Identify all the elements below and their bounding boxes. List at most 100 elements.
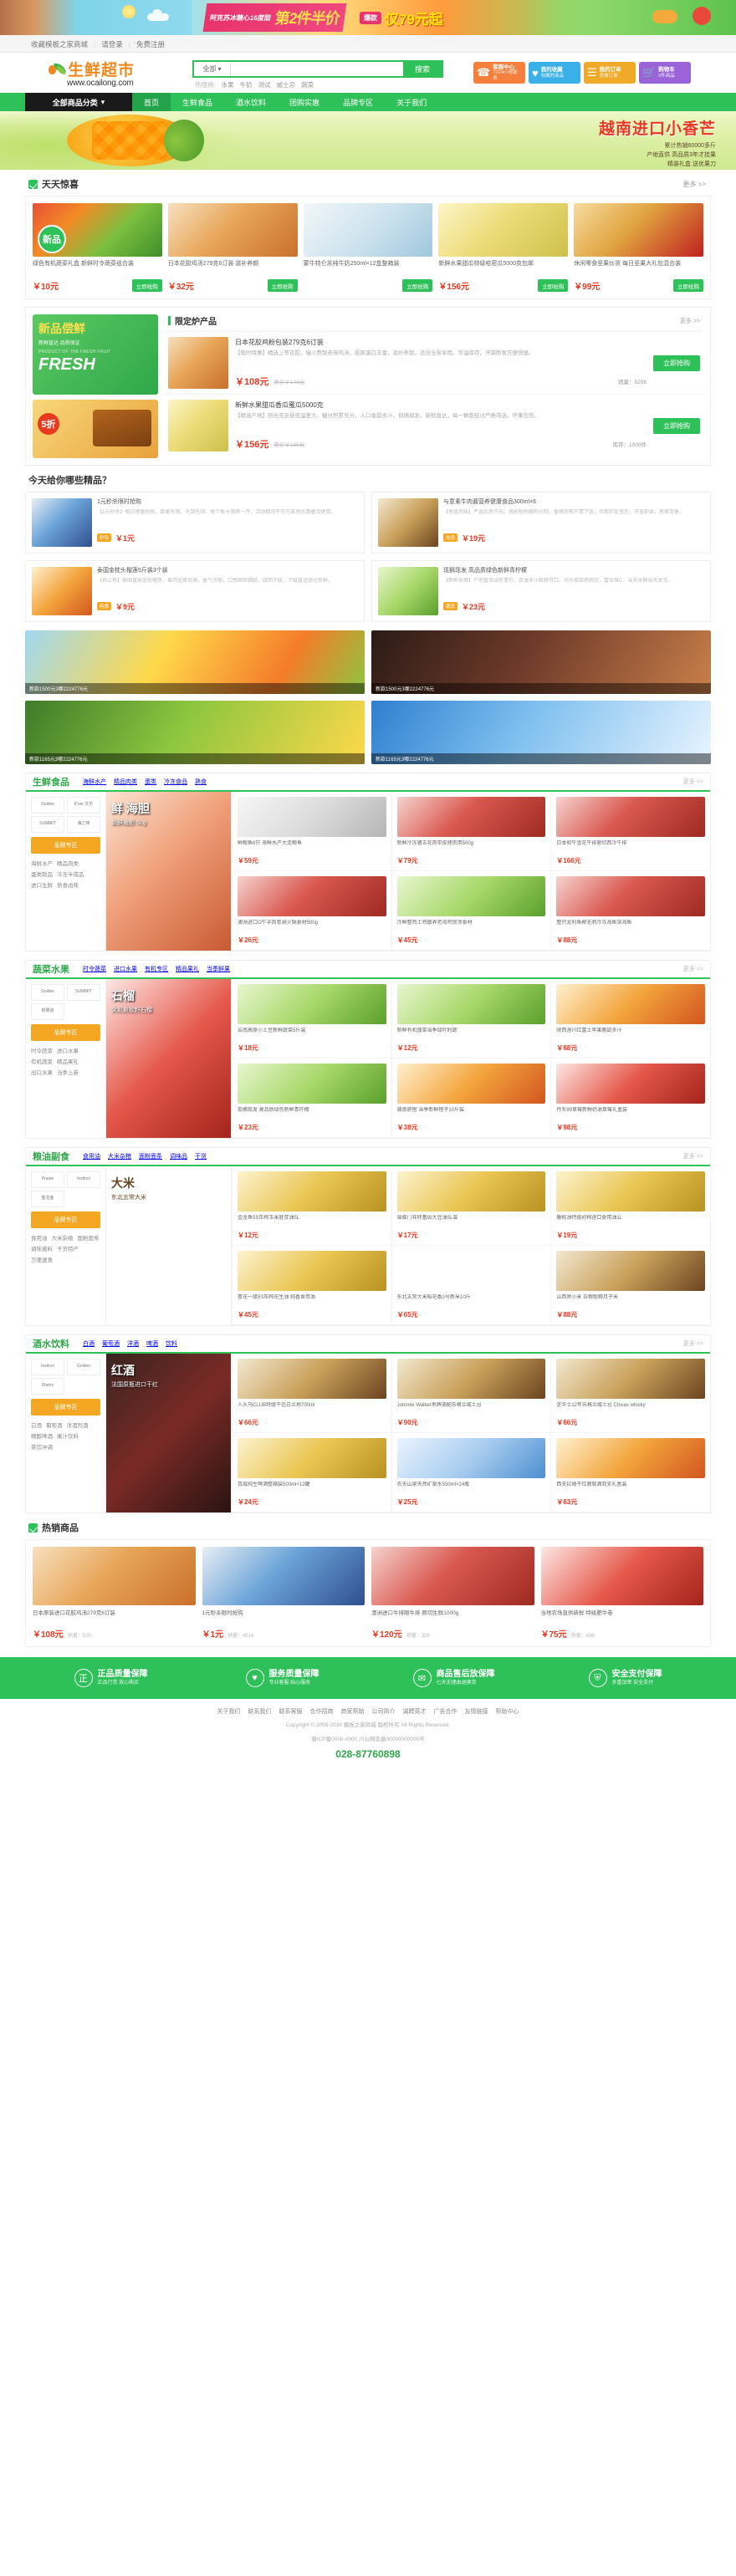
buy-now-button[interactable]: 立即抢购 — [402, 279, 433, 292]
category-link[interactable]: 调味酱料 — [31, 1244, 53, 1252]
grid-product[interactable]: 丹东99草莓新鲜奶油草莓礼盒装 ￥98元 — [550, 1058, 710, 1138]
category-sublink[interactable]: 冷冻食品 — [164, 778, 187, 786]
category-sublink[interactable]: 有机专区 — [145, 965, 168, 973]
brand-logo[interactable]: Sherry — [31, 1378, 64, 1395]
grid-product[interactable]: 百威纯生啤酒整箱装500ml×12罐 ￥24元 — [232, 1433, 391, 1512]
category-sublink[interactable]: 海鲜水产 — [83, 778, 106, 786]
grid-product[interactable]: 鲁花一级5S压榨花生油 纯香食用油 ￥45元 — [232, 1246, 391, 1325]
grid-product[interactable]: 芝华士12年苏格兰威士忌 Chivas whisky ￥66元 — [550, 1354, 710, 1433]
footer-link[interactable]: 帮助中心 — [496, 1707, 519, 1716]
coupon-box[interactable]: 5折 — [33, 400, 158, 458]
recommend-cell[interactable]: 1元秒杀限时抢购 【1元秒杀】每日限量抢购，数量有限，先到先得。每个账号限购一件… — [25, 492, 365, 553]
grid-product[interactable]: 日本和牛雪花牛排原切西冷牛排 ￥166元 — [550, 792, 710, 871]
category-link[interactable]: 面粉面条 — [78, 1233, 100, 1242]
fresh-badge[interactable]: 新品偿鲜 新鲜直达 品质保证 PRODUCT OF THE FRESH FRUI… — [33, 314, 158, 395]
grid-product[interactable]: 人头马CLUB特级干邑白兰地700ml ￥66元 — [232, 1354, 391, 1433]
brand-logo[interactable]: Golden — [31, 797, 64, 814]
nav-item-home[interactable]: 首页 — [132, 93, 171, 111]
orders-button[interactable]: ☰ 我的订单 查看订单 — [584, 62, 636, 84]
search-box[interactable]: 全部 ▾ 搜索 — [192, 59, 443, 78]
brand-banner[interactable]: 新款1165元3哪2224776元 — [25, 701, 365, 764]
grid-product[interactable]: 赣南脐橙 当季新鲜橙子10斤装 ￥38元 — [391, 1058, 551, 1138]
footer-link[interactable]: 联系我们 — [248, 1707, 272, 1716]
brand-logo[interactable]: SUMMIT — [31, 816, 64, 833]
brand-zone-button[interactable]: 品牌专区 — [31, 1211, 100, 1228]
category-link[interactable]: 时令蔬菜 — [31, 1046, 53, 1054]
footer-link[interactable]: 联系客服 — [279, 1707, 303, 1716]
category-link[interactable]: 当季上新 — [57, 1068, 79, 1076]
category-link[interactable]: 熟食卤味 — [57, 880, 79, 889]
nav-item-brands[interactable]: 品牌专区 — [331, 93, 385, 111]
category-link[interactable]: 葡萄酒 — [46, 1421, 63, 1429]
brand-logo[interactable]: SUMMIT — [67, 984, 100, 1001]
hot-product[interactable]: 日本原装进口花胶鸡汤279克6订装 ￥108元 销量：525 — [33, 1547, 196, 1640]
top-promo-banner[interactable]: 阿克苏冰糖心16度甜 第2件半价 爆款 仅79元起 — [0, 0, 736, 35]
buy-now-button[interactable]: 立即抢购 — [131, 279, 162, 292]
product-tile[interactable]: 新鲜水果甜瓜特级哈密瓜5000克包邮 ￥156元 立即抢购 — [438, 203, 569, 292]
brand-logo[interactable]: 鲜果道 — [31, 1003, 64, 1020]
category-link[interactable]: 果汁饮料 — [57, 1431, 79, 1440]
category-link[interactable]: 大米杂粮 — [52, 1233, 74, 1242]
brand-logo[interactable]: K'ver 文乐 — [67, 797, 100, 814]
buy-now-button[interactable]: 立即抢购 — [653, 355, 700, 371]
all-categories-button[interactable]: 全部商品分类 ▾ — [25, 93, 132, 111]
category-link[interactable]: 精品肉类 — [57, 859, 79, 867]
grid-product[interactable]: 陕西洛川红富士苹果脆甜多汁 ￥68元 — [550, 979, 710, 1058]
recommend-cell[interactable]: 泰国金枕头榴莲5斤装3个装 【树上熟】泰国直采金枕榴莲，果肉金黄饱满，香气浓郁，… — [25, 560, 365, 622]
search-input[interactable] — [231, 61, 403, 76]
site-logo[interactable]: 生鲜超市 www.ocailong.com — [25, 58, 192, 88]
register-link[interactable]: 免费注册 — [130, 39, 171, 49]
category-sublink[interactable]: 调味品 — [170, 1152, 187, 1160]
category-sublink[interactable]: 饮料 — [166, 1339, 177, 1348]
brand-logo[interactable]: 金龙鱼 — [31, 1191, 64, 1207]
product-tile[interactable]: 日本花胶鸡汤279克6订装 滋补养颜 ￥32元 立即抢购 — [167, 203, 298, 292]
category-link[interactable]: 精品果礼 — [57, 1057, 79, 1065]
hot-keyword[interactable]: 牛奶 — [240, 80, 253, 89]
category-link[interactable]: 方便速食 — [31, 1255, 53, 1263]
brand-logo[interactable]: 海之味 — [67, 816, 100, 833]
footer-link[interactable]: 诚聘英才 — [403, 1707, 427, 1716]
footer-link[interactable]: 友情链接 — [465, 1707, 488, 1716]
grid-product[interactable]: 冷鲜整鸡土鸡散养老母鸡煲汤食材 ￥45元 — [391, 871, 551, 951]
grid-product[interactable]: 东北五常大米稻花香2号新米10斤 ￥65元 — [391, 1246, 551, 1325]
product-tile[interactable]: 新品 绿色有机蔬菜礼盒 新鲜时令蔬菜组合装 ￥10元 立即抢购 — [33, 203, 162, 292]
category-more-link[interactable]: 更多 >> — [683, 1152, 703, 1160]
promo-product-row[interactable]: 新鲜水果甜瓜香瓜蜜瓜5000克 【精选产地】阳光充足昼夜温差大，糖分积累充分，入… — [165, 394, 703, 457]
promo-mid-label[interactable]: 阿克苏冰糖心16度甜 第2件半价 — [202, 3, 347, 32]
brand-logo[interactable]: Prairie — [31, 1171, 64, 1188]
category-sublink[interactable]: 洋酒 — [127, 1339, 139, 1348]
grid-product[interactable]: 整只龙利鱼柳无刺冷冻海鱼深海鱼 ￥88元 — [550, 871, 710, 951]
brand-zone-button[interactable]: 品牌专区 — [31, 1399, 100, 1416]
grid-product[interactable]: 新鲜有机菠菜当季绿叶时蔬 ￥12元 — [391, 979, 551, 1058]
category-sublink[interactable]: 食用油 — [83, 1152, 100, 1160]
hot-keyword[interactable]: 测试 — [258, 80, 271, 89]
category-link[interactable]: 出口水果 — [31, 1068, 53, 1076]
grid-product[interactable]: 西夫拉姆干红葡萄酒双支礼盒装 ￥63元 — [550, 1433, 710, 1512]
category-sublink[interactable]: 进口水果 — [114, 965, 137, 973]
nav-item-about[interactable]: 关于我们 — [385, 93, 438, 111]
footer-link[interactable]: 广告合作 — [434, 1707, 457, 1716]
hot-keyword[interactable]: 蔬菜 — [301, 80, 314, 89]
category-hero-image[interactable]: 石榴 突尼斯软籽石榴 — [106, 979, 232, 1138]
cart-button[interactable]: 🛒 购物车 0件商品 — [639, 62, 691, 84]
category-sublink[interactable]: 面粉面条 — [139, 1152, 162, 1160]
brand-logo[interactable]: Instinct — [67, 1171, 100, 1188]
grid-product[interactable]: 云南高原小土豆新鲜蔬菜5斤装 ￥18元 — [232, 979, 391, 1058]
nav-item-fresh[interactable]: 生鲜食品 — [171, 93, 224, 111]
nav-item-drinks[interactable]: 酒水饮料 — [224, 93, 278, 111]
category-sublink[interactable]: 蛋类 — [145, 778, 156, 786]
brand-logo[interactable]: Golden — [31, 984, 64, 1001]
recommend-cell[interactable]: 现摘现发 高品质绿色新鲜青柠檬 【新鲜采摘】产地直发绿色青柠，皮薄多汁酸爽可口，… — [371, 560, 711, 622]
login-link[interactable]: 请登录 — [95, 39, 129, 49]
buy-now-button[interactable]: 立即抢购 — [267, 279, 298, 292]
category-hero-image[interactable]: 鲜 海胆 朝鲜海胆 50g — [106, 792, 232, 951]
category-link[interactable]: 茶饮冲调 — [31, 1442, 53, 1451]
hot-product[interactable]: 1元秒杀限时抢购 ￥1元 销量：4516 — [202, 1547, 365, 1640]
product-tile[interactable]: 蒙牛特仑苏纯牛奶250ml×12盒整箱装 立即抢购 — [303, 203, 433, 292]
favorite-site-link[interactable]: 收藏模板之家商城 — [25, 39, 94, 49]
grid-product[interactable]: 金龙鱼5S压榨玉米胚芽油5L ￥12元 — [232, 1166, 391, 1246]
category-link[interactable]: 海鲜水产 — [31, 859, 53, 867]
fresh-promo-more[interactable]: 更多 >> — [680, 317, 700, 325]
footer-link[interactable]: 关于我们 — [217, 1707, 241, 1716]
promo-product-row[interactable]: 日本花胶鸡粉包装279克6订装 【限时特惠】精选上等花胶，慢火熬制老母鸡汤，胶原… — [165, 331, 703, 394]
